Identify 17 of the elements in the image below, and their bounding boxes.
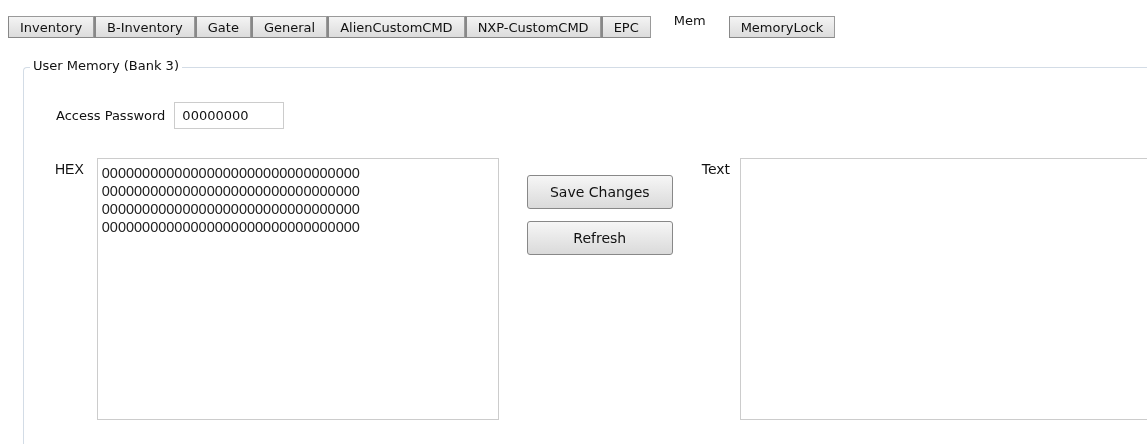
field-label: Text	[701, 161, 731, 177]
group-title: User Memory (Bank 3)	[30, 58, 182, 73]
tab[interactable]: General	[250, 16, 328, 38]
tab[interactable]: MemoryLock	[728, 16, 836, 38]
tab[interactable]: AlienCustomCMD	[327, 16, 465, 38]
hex-field[interactable]: 00000000000000000000000000000000 00000000000000000000000000000000 00000000000000000000000000000000 00000000000000000000000000000000	[96, 158, 499, 420]
tab[interactable]: B-Inventory	[94, 16, 195, 38]
tab[interactable]: Gate	[194, 16, 251, 38]
field-label: HEX	[55, 161, 84, 177]
tab[interactable]: NXP-CustomCMD	[464, 16, 601, 38]
text-field[interactable]	[740, 158, 1147, 420]
tab[interactable]: EPC	[600, 16, 651, 38]
save-button[interactable]: Save Changes	[526, 175, 673, 209]
tab[interactable]: Inventory	[8, 16, 95, 38]
password-field[interactable]: 00000000	[174, 102, 285, 129]
refresh-button[interactable]: Refresh	[526, 221, 673, 255]
field-label: Access Password	[56, 108, 166, 123]
